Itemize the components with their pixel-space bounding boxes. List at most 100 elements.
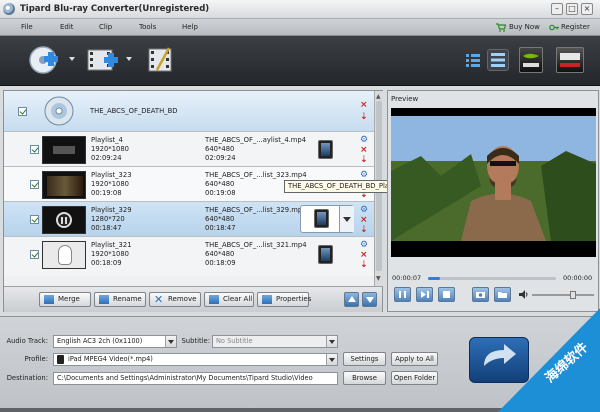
- folder-icon: [498, 292, 507, 298]
- ipad-device-icon[interactable]: [318, 245, 333, 264]
- output-duration: 00:19:08: [205, 189, 236, 197]
- source-duration: 00:18:47: [91, 224, 122, 232]
- settings-gear-icon[interactable]: ⚙: [360, 241, 368, 250]
- settings-gear-icon[interactable]: ⚙: [360, 206, 368, 215]
- window-title: Tipard Blu-ray Converter(Unregistered): [20, 4, 210, 14]
- profile-dropdown-icon[interactable]: [339, 206, 354, 232]
- audio-track-label: Audio Track:: [6, 337, 48, 345]
- pause-overlay-icon[interactable]: [56, 212, 72, 228]
- close-button[interactable]: ×: [581, 3, 593, 15]
- browse-button[interactable]: Browse: [343, 371, 386, 385]
- snapshot-button[interactable]: [472, 287, 489, 302]
- trim-button[interactable]: [145, 44, 177, 76]
- ipad-device-icon: [314, 209, 329, 228]
- cart-icon[interactable]: [496, 23, 507, 34]
- list-item-selected[interactable]: Playlist_329 1280*720 00:18:47 THE_ABCS_…: [4, 201, 374, 236]
- move-down-button[interactable]: [362, 292, 377, 307]
- remove-button[interactable]: ✕ Remove: [149, 292, 201, 307]
- stop-icon: [443, 291, 450, 298]
- output-name[interactable]: THE_ABCS_OF_...list_329.mp4: [205, 206, 307, 215]
- menu-edit[interactable]: Edit: [60, 23, 74, 31]
- key-icon[interactable]: [549, 23, 559, 34]
- amd-badge-icon: [556, 47, 584, 73]
- profile-selector[interactable]: [300, 205, 354, 233]
- ipad-device-icon[interactable]: [318, 140, 333, 159]
- source-resolution: 1920*1080: [91, 145, 129, 153]
- step-forward-button[interactable]: [416, 287, 433, 302]
- merge-button[interactable]: Merge: [39, 292, 91, 307]
- profile-select[interactable]: iPad MPEG4 Video(*.mp4): [53, 353, 338, 366]
- row-down-icon[interactable]: ⇣: [360, 226, 368, 235]
- remove-row-icon[interactable]: ×: [360, 216, 368, 225]
- row-checkbox[interactable]: [30, 215, 39, 224]
- disc-down-icon[interactable]: ⇣: [360, 113, 368, 122]
- volume-icon[interactable]: [518, 289, 530, 302]
- row-checkbox[interactable]: [30, 145, 39, 154]
- output-name[interactable]: THE_ABCS_OF_...list_321.mp4: [205, 241, 307, 250]
- step-forward-icon: [421, 291, 429, 298]
- nvidia-cuda-badge-icon: [519, 47, 543, 73]
- row-down-icon[interactable]: ⇣: [360, 261, 368, 270]
- properties-button[interactable]: Properties: [257, 292, 311, 307]
- row-checkbox[interactable]: [30, 250, 39, 259]
- disc-title: THE_ABCS_OF_DEATH_BD: [90, 107, 178, 115]
- maximize-button[interactable]: □: [566, 3, 578, 15]
- menu-tools[interactable]: Tools: [139, 23, 156, 31]
- edit-button[interactable]: [86, 44, 118, 76]
- row-down-icon[interactable]: ⇣: [360, 156, 368, 165]
- profile-label: Profile:: [24, 355, 48, 363]
- disc-row[interactable]: THE_ABCS_OF_DEATH_BD × ⇣: [4, 91, 374, 131]
- buy-now-link[interactable]: Buy Now: [509, 23, 540, 31]
- disc-checkbox[interactable]: [18, 107, 27, 116]
- audio-track-select[interactable]: English AC3 2ch (0x1100): [53, 335, 177, 348]
- register-link[interactable]: Register: [561, 23, 590, 31]
- list-view-button[interactable]: [462, 49, 484, 71]
- settings-button[interactable]: Settings: [343, 352, 386, 366]
- minimize-button[interactable]: –: [551, 3, 563, 15]
- ipad-small-icon: [57, 355, 64, 364]
- remove-disc-icon[interactable]: ×: [360, 101, 368, 110]
- add-file-button[interactable]: [27, 44, 59, 76]
- menu-bar: File Edit Clip Tools Help Buy Now Regist…: [0, 19, 600, 36]
- list-item[interactable]: Playlist_321 1920*1080 00:18:09 THE_ABCS…: [4, 236, 374, 276]
- remove-row-icon[interactable]: ×: [360, 146, 368, 155]
- remove-row-icon[interactable]: ×: [360, 251, 368, 260]
- rename-button[interactable]: Rename: [94, 292, 146, 307]
- move-up-button[interactable]: [344, 292, 359, 307]
- destination-input[interactable]: C:\Documents and Settings\Administrator\…: [53, 372, 338, 385]
- source-name: Playlist_4: [91, 136, 123, 144]
- convert-button[interactable]: [469, 337, 529, 383]
- menu-help[interactable]: Help: [182, 23, 198, 31]
- menu-clip[interactable]: Clip: [99, 23, 112, 31]
- output-name[interactable]: THE_ABCS_OF_...aylist_4.mp4: [205, 136, 306, 145]
- output-name[interactable]: THE_ABCS_OF_...list_323.mp4: [205, 171, 307, 180]
- add-file-dropdown-icon[interactable]: [69, 57, 75, 61]
- settings-gear-icon[interactable]: ⚙: [360, 136, 368, 145]
- main-toolbar: [0, 36, 600, 86]
- settings-gear-icon[interactable]: ⚙: [360, 171, 368, 180]
- convert-arrow-icon: [484, 344, 516, 366]
- subtitle-select[interactable]: No Subtitle: [212, 335, 338, 348]
- menu-file[interactable]: File: [21, 23, 33, 31]
- film-edit-icon: [87, 49, 118, 71]
- apply-to-all-button[interactable]: Apply to All: [391, 352, 438, 366]
- scroll-up-icon[interactable]: ▲: [376, 93, 381, 100]
- properties-icon: [262, 295, 272, 304]
- edit-dropdown-icon[interactable]: [126, 57, 132, 61]
- clear-all-button[interactable]: Clear All: [204, 292, 254, 307]
- title-bar: Tipard Blu-ray Converter(Unregistered) –…: [0, 0, 600, 19]
- detail-view-button[interactable]: [487, 49, 509, 71]
- open-folder-button[interactable]: Open Folder: [391, 371, 438, 385]
- seek-bar[interactable]: [428, 277, 556, 280]
- stop-button[interactable]: [438, 287, 455, 302]
- clear-all-icon: [209, 295, 219, 304]
- open-snapshot-folder-button[interactable]: [494, 287, 511, 302]
- pause-button[interactable]: [394, 287, 411, 302]
- volume-slider[interactable]: [532, 291, 594, 299]
- row-checkbox[interactable]: [30, 180, 39, 189]
- audio-dropdown-icon: [165, 336, 176, 347]
- volume-thumb: [570, 291, 576, 299]
- preview-panel: Preview 00:00:07 00:00:00: [387, 90, 599, 312]
- list-item[interactable]: Playlist_4 1920*1080 02:09:24 THE_ABCS_O…: [4, 131, 374, 166]
- scroll-down-icon[interactable]: ▼: [376, 275, 381, 282]
